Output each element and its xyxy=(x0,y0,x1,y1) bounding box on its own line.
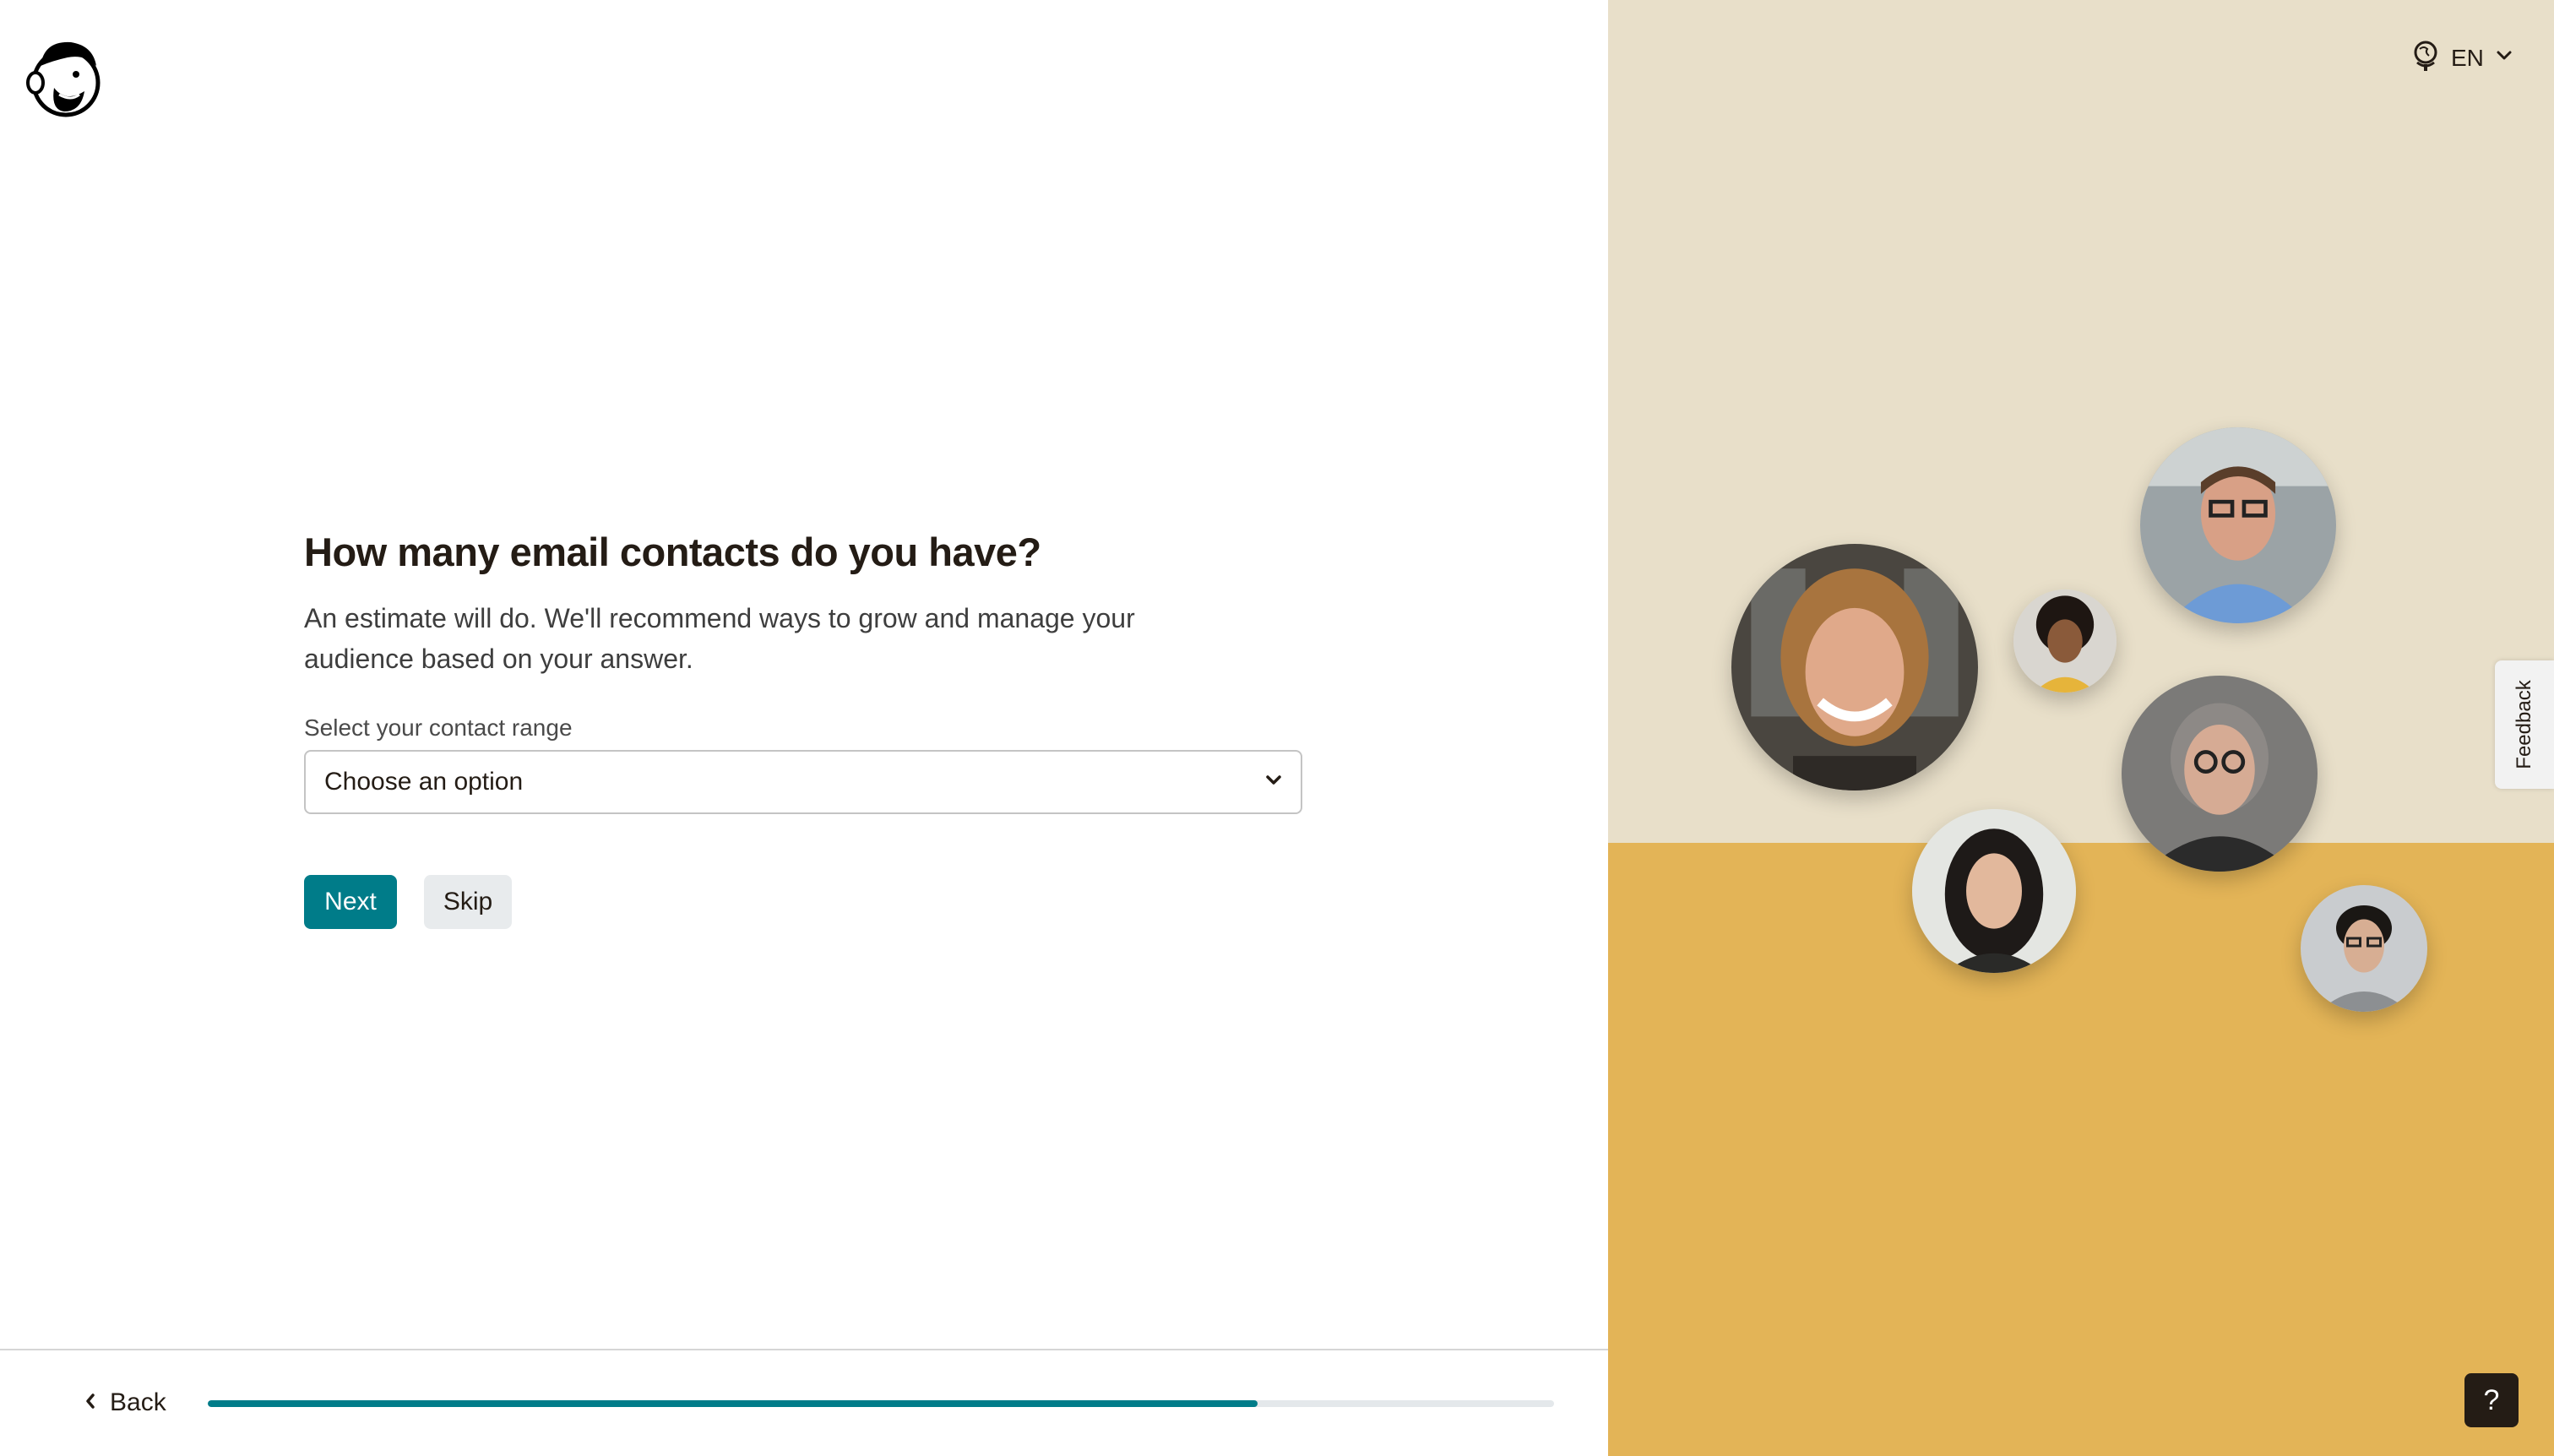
contact-range-select[interactable]: Choose an option xyxy=(304,750,1302,814)
avatar-woman-curly-hair xyxy=(2013,589,2117,693)
progress-fill xyxy=(208,1400,1258,1407)
chevron-down-icon xyxy=(2496,50,2513,66)
footer-divider xyxy=(0,1349,1608,1350)
action-buttons: Next Skip xyxy=(304,875,1306,929)
feedback-tab[interactable]: Feedback xyxy=(2495,660,2554,789)
back-button[interactable]: Back xyxy=(84,1388,166,1417)
avatar-woman-gray-hair xyxy=(2122,676,2318,872)
illustration-panel xyxy=(1608,0,2554,1456)
question-form: How many email contacts do you have? An … xyxy=(304,524,1306,929)
chevron-down-icon xyxy=(1265,774,1282,790)
avatar-woman-dark-hair xyxy=(1912,809,2076,973)
back-label: Back xyxy=(110,1388,166,1416)
chevron-left-icon xyxy=(84,1393,96,1414)
avatar-man-glasses-jacket xyxy=(2301,885,2427,1012)
globe-icon xyxy=(2412,39,2439,77)
feedback-label: Feedback xyxy=(2513,680,2535,769)
next-button[interactable]: Next xyxy=(304,875,397,929)
contact-range-label: Select your contact range xyxy=(304,714,573,741)
page-description: An estimate will do. We'll recommend way… xyxy=(304,603,1135,674)
avatar-man-glasses-blue-shirt xyxy=(2140,427,2336,623)
language-label: EN xyxy=(2451,44,2484,71)
select-value: Choose an option xyxy=(324,768,524,796)
help-button[interactable]: ? xyxy=(2464,1373,2519,1427)
avatar-man-long-hair xyxy=(1731,544,1978,790)
language-selector[interactable]: EN xyxy=(2412,39,2513,77)
skip-button[interactable]: Skip xyxy=(424,875,512,929)
page-title: How many email contacts do you have? xyxy=(304,530,1041,574)
mailchimp-logo-icon[interactable] xyxy=(25,35,105,118)
progress-bar xyxy=(208,1400,1554,1407)
main-panel: How many email contacts do you have? An … xyxy=(0,0,1608,1456)
